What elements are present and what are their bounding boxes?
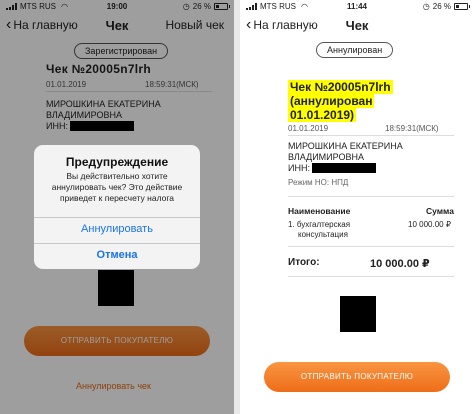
alarm-icon: ◷	[422, 2, 430, 11]
qr-code	[340, 296, 376, 332]
divider	[288, 196, 454, 197]
annulled-line2: 01.01.2019)	[288, 108, 357, 122]
divider	[288, 135, 454, 136]
inn-label: ИНН:	[288, 163, 310, 173]
warning-dialog: Предупреждение Вы действительно хотите а…	[34, 145, 200, 269]
divider	[288, 276, 454, 277]
item-sum: 10 000.00 ₽	[408, 220, 451, 229]
battery-icon	[454, 3, 470, 10]
redacted-inn	[312, 163, 376, 173]
receipt-number: Чек №20005n7lrh	[288, 80, 393, 94]
divider	[288, 246, 454, 247]
send-to-buyer-button[interactable]: ОТПРАВИТЬ ПОКУПАТЕЛЮ	[264, 362, 450, 392]
dialog-title: Предупреждение	[65, 155, 169, 169]
status-bar: MTS RUS ◠ 11:44 ◷ 26 %	[240, 0, 474, 14]
column-name-header: Наименование	[288, 206, 351, 216]
right-screen: MTS RUS ◠ 11:44 ◷ 26 % ‹ На главную Чек …	[240, 0, 474, 414]
item-name-line2: консультация	[298, 230, 348, 239]
column-sum-header: Сумма	[426, 206, 454, 216]
left-screen: MTS RUS ◠ 19:00 ◷ 26 % ‹ На главную Чек …	[0, 0, 234, 414]
battery-percent: 26 %	[432, 2, 451, 11]
receipt-date: 01.01.2019	[288, 124, 329, 133]
tax-mode: Режим НО: НПД	[288, 178, 349, 187]
dialog-divider	[34, 243, 200, 244]
status-badge: Аннулирован	[316, 42, 394, 58]
cancel-button[interactable]: Отмена	[34, 249, 200, 261]
total-value: 10 000.00 ₽	[370, 258, 430, 270]
total-label: Итого:	[288, 257, 320, 268]
item-name-line1: 1. бухгалтерская	[288, 220, 351, 229]
annulled-line1: (аннулирован	[288, 94, 375, 108]
dialog-message: Вы действительно хотите аннулировать чек…	[51, 171, 183, 203]
dialog-divider	[34, 217, 200, 218]
receipt-time: 18:59:31(МСК)	[385, 124, 439, 133]
nav-bar: ‹ На главную Чек	[240, 16, 474, 38]
seller-name-line1: МИРОШКИНА ЕКАТЕРИНА	[288, 141, 403, 151]
seller-name-line2: ВЛАДИМИРОВНА	[288, 152, 364, 162]
page-title: Чек	[345, 18, 369, 33]
confirm-annul-button[interactable]: Аннулировать	[34, 223, 200, 235]
